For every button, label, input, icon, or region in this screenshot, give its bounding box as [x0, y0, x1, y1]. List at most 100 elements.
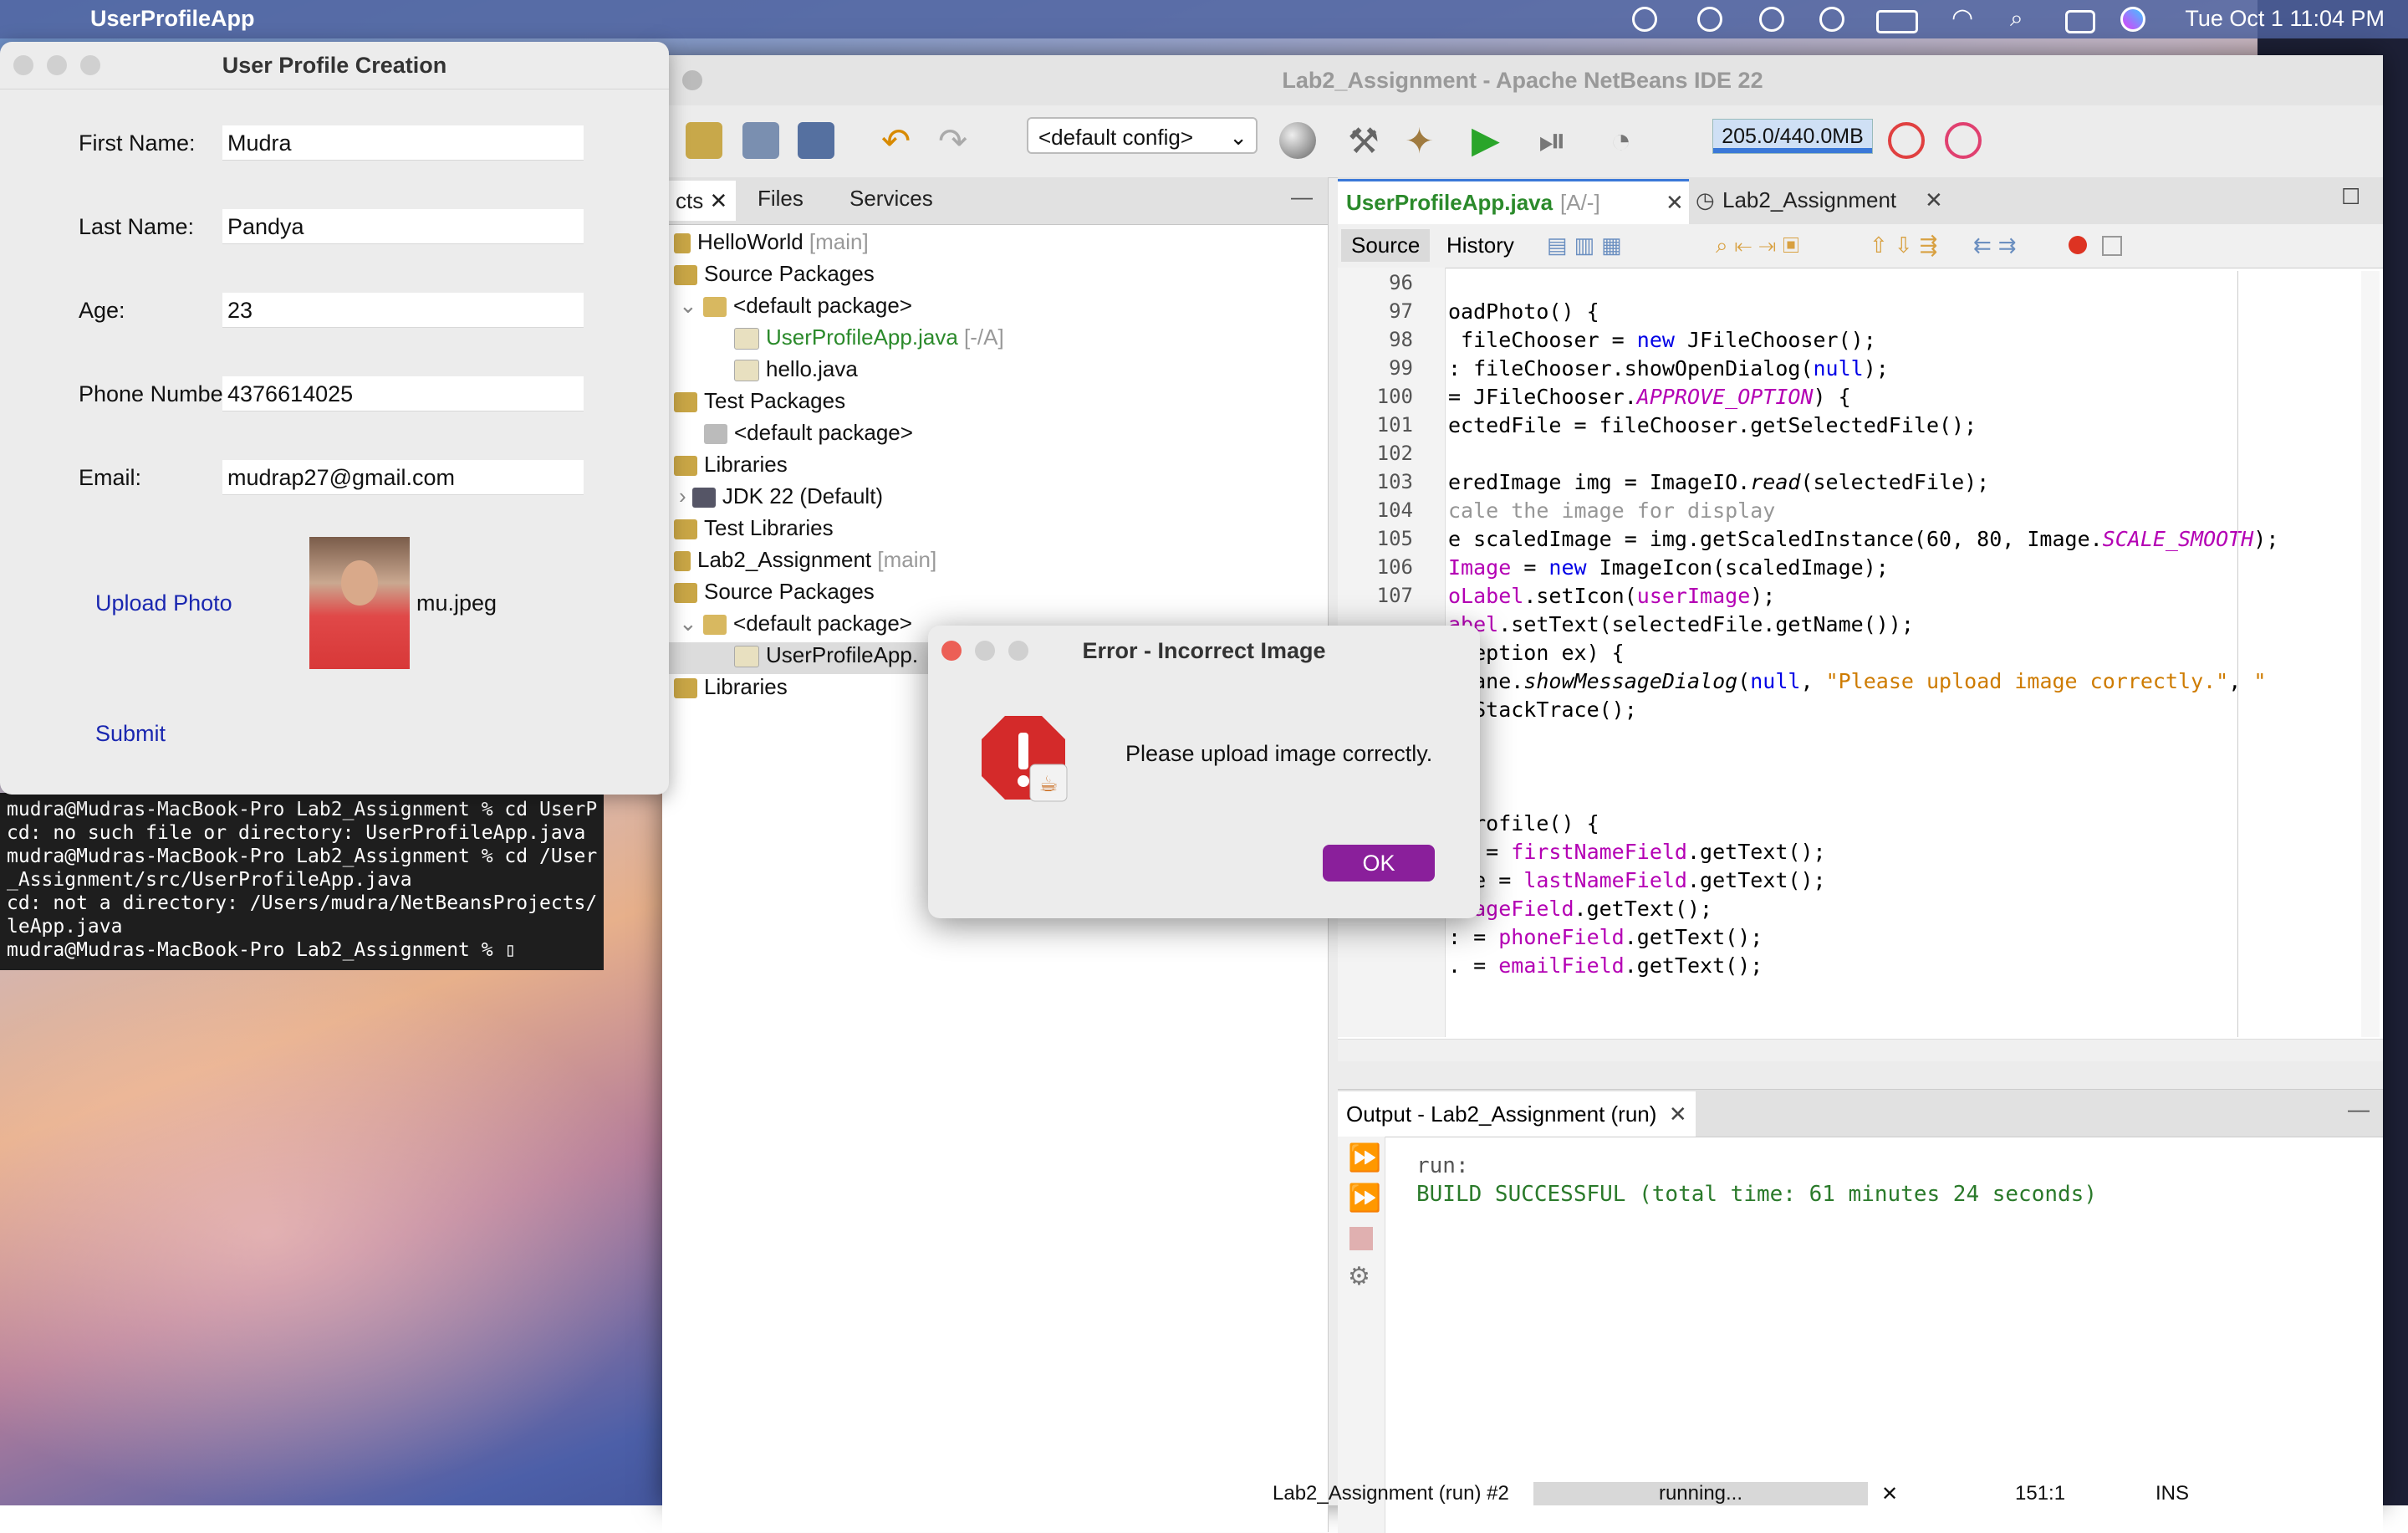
grammarly-icon[interactable]: [1632, 7, 1657, 32]
airdrop-icon[interactable]: [1759, 7, 1784, 32]
code-area[interactable]: 9697989910010110210310410510610711811912…: [1338, 271, 2358, 1037]
error-stripe[interactable]: [2361, 271, 2380, 1037]
memory-indicator[interactable]: 205.0/440.0MB: [1712, 119, 1873, 154]
redo-icon[interactable]: ↷: [938, 120, 975, 161]
tree-item[interactable]: ⌄ <default package>: [679, 293, 912, 324]
status-task[interactable]: Lab2_Assignment (run) #2: [1273, 1482, 1509, 1505]
chevron-right-icon[interactable]: ›: [679, 483, 692, 508]
tab-services[interactable]: Services: [849, 186, 933, 212]
chevron-down-icon[interactable]: ⌄: [679, 293, 703, 318]
open-project-icon[interactable]: [742, 122, 779, 159]
java-file-icon: [734, 360, 759, 382]
search-icon[interactable]: ⌕: [2010, 5, 2023, 33]
close-icon[interactable]: ✕: [1669, 1101, 1687, 1127]
undo-icon[interactable]: ↶: [881, 120, 918, 161]
close-icon[interactable]: ✕: [1666, 190, 1684, 216]
tree-item[interactable]: Lab2_Assignment [main]: [674, 547, 936, 579]
window-close-icon[interactable]: [13, 55, 33, 75]
play-icon[interactable]: [1819, 7, 1844, 32]
horizontal-scrollbar[interactable]: [1338, 1039, 2383, 1061]
project-tabs: cts ✕ Files Services —: [662, 177, 1328, 225]
tree-item[interactable]: Test Packages: [674, 388, 845, 420]
profiler-icon[interactable]: [1945, 122, 1982, 159]
source-tab[interactable]: Source: [1341, 229, 1431, 262]
run-icon[interactable]: ▶: [1472, 119, 1508, 161]
tab-files[interactable]: Files: [758, 186, 804, 212]
tree-item[interactable]: Libraries: [674, 452, 788, 483]
search-tools-icons[interactable]: ⌕⇤⇥▣: [1716, 233, 1806, 259]
record-macro-icon[interactable]: [2069, 236, 2087, 254]
maximize-icon[interactable]: ☐: [2341, 184, 2360, 210]
tab-output[interactable]: Output - Lab2_Assignment (run) ✕: [1338, 1091, 1696, 1137]
folder-icon: [674, 678, 697, 699]
control-center-icon[interactable]: [2065, 10, 2095, 33]
navigation-icons[interactable]: ⇧⇩⇶: [1870, 233, 1944, 258]
phone-field[interactable]: 4376614025: [222, 376, 584, 411]
profile-icon[interactable]: ◔: [1610, 120, 1647, 160]
battery-icon[interactable]: [1876, 10, 1918, 33]
tab-lab2-assignment[interactable]: Lab2_Assignment: [1722, 187, 1896, 213]
close-icon[interactable]: ✕: [1881, 1482, 1898, 1506]
browser-icon[interactable]: [1279, 122, 1316, 159]
tab-projects[interactable]: cts ✕: [667, 181, 737, 221]
tree-item[interactable]: UserProfileApp.java [-/A]: [734, 324, 1004, 356]
minimize-icon[interactable]: —: [2348, 1096, 2370, 1122]
new-project-icon[interactable]: [686, 122, 722, 159]
tree-item[interactable]: hello.java: [734, 356, 858, 388]
upload-photo-button[interactable]: Upload Photo: [95, 590, 232, 616]
last-name-field[interactable]: Pandya: [222, 209, 584, 244]
terminal-window[interactable]: mudra@Mudras-MacBook-Pro Lab2_Assignment…: [0, 793, 604, 970]
tab-userprofileapp[interactable]: UserProfileApp.java [A/-] ✕: [1338, 179, 1689, 224]
line-number: 104: [1376, 498, 1413, 522]
tree-item-selected[interactable]: UserProfileApp.: [662, 642, 946, 674]
build-hammer-icon[interactable]: ⚒: [1348, 120, 1385, 161]
window-close-icon[interactable]: [682, 70, 702, 90]
dialog-message: Please upload image correctly.: [1125, 741, 1433, 766]
code-line: nPane.showMessageDialog(null, "Please up…: [1448, 669, 2267, 693]
photo-filename: mu.jpeg: [416, 590, 497, 616]
menu-app-name[interactable]: UserProfileApp: [90, 6, 255, 32]
first-name-field[interactable]: Mudra: [222, 125, 584, 161]
menu-clock[interactable]: Tue Oct 1 11:04 PM: [2185, 6, 2385, 32]
stop-macro-icon[interactable]: [2102, 236, 2122, 256]
debug-icon[interactable]: ⏯: [1538, 120, 1575, 160]
tree-item[interactable]: Test Libraries: [674, 515, 834, 547]
window-zoom-icon[interactable]: [80, 55, 100, 75]
tree-item[interactable]: Source Packages: [674, 261, 875, 293]
tree-item[interactable]: Source Packages: [674, 579, 875, 611]
tree-item[interactable]: <default package>: [704, 420, 913, 452]
history-tab[interactable]: History: [1446, 233, 1514, 258]
minimize-icon[interactable]: —: [1291, 184, 1313, 210]
siri-icon[interactable]: [2120, 7, 2145, 32]
code-line: me = firstNameField.getText();: [1448, 840, 1826, 864]
chevron-down-icon[interactable]: ⌄: [679, 611, 703, 636]
window-minimize-icon[interactable]: [47, 55, 67, 75]
clean-build-icon[interactable]: ✦: [1405, 120, 1441, 161]
stop-icon[interactable]: [1349, 1227, 1373, 1250]
settings-icon[interactable]: ⚙: [1348, 1262, 1370, 1291]
email-field[interactable]: mudrap27@gmail.com: [222, 460, 584, 495]
jdk-icon: [691, 488, 716, 508]
rerun-icon[interactable]: ⏩: [1348, 1142, 1381, 1173]
tree-item[interactable]: Libraries: [674, 674, 788, 706]
editor-tools-icons[interactable]: ▤▥▦: [1547, 233, 1629, 258]
rerun-with-options-icon[interactable]: ⏩: [1348, 1182, 1381, 1214]
submit-button[interactable]: Submit: [95, 721, 166, 747]
save-all-icon[interactable]: [798, 122, 834, 159]
line-number: 106: [1376, 555, 1413, 579]
tree-item[interactable]: HelloWorld [main]: [674, 229, 869, 261]
age-field[interactable]: 23: [222, 293, 584, 328]
ok-button[interactable]: OK: [1323, 845, 1435, 881]
wifi-icon[interactable]: ◠: [1951, 3, 1973, 33]
sync-icon[interactable]: [1697, 7, 1722, 32]
close-icon[interactable]: ✕: [1925, 187, 1943, 213]
gc-icon[interactable]: [1888, 122, 1925, 159]
code-line: eredImage img = ImageIO.read(selectedFil…: [1448, 470, 1990, 494]
config-select[interactable]: <default config> ⌄: [1027, 117, 1258, 154]
line-number: 97: [1389, 299, 1413, 323]
tree-item[interactable]: › JDK 22 (Default): [679, 483, 883, 515]
close-icon[interactable]: ✕: [709, 188, 727, 213]
tree-item[interactable]: ⌄ <default package>: [679, 611, 912, 642]
shift-icons[interactable]: ⇇⇉: [1973, 233, 2023, 258]
tree-label: JDK 22 (Default): [722, 483, 884, 508]
